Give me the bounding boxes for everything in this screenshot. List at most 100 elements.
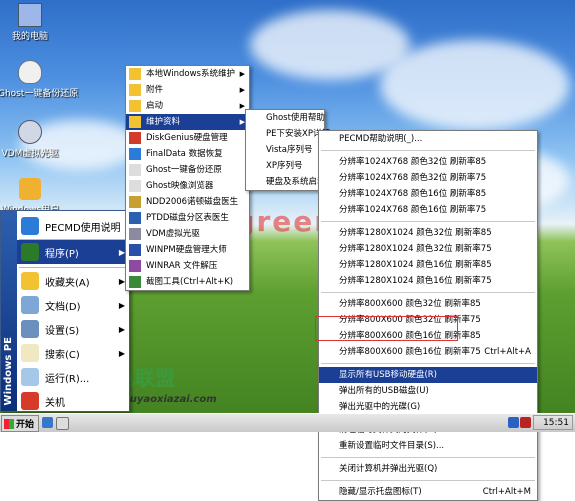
menu-item-icon (129, 276, 141, 288)
start-menu-item[interactable]: 收藏夹(A) ▶ (17, 269, 129, 293)
menu-item[interactable]: Ghost使用帮助 (246, 110, 325, 126)
menu-item-icon (21, 320, 39, 338)
menu-item[interactable]: 显示所有USB移动硬盘(R) (319, 367, 537, 383)
menu-item-label: WINPM硬盘管理大师 (146, 245, 227, 255)
ghost-shortcut-icon[interactable]: Ghost一键备份还原 (0, 60, 78, 99)
menu-item[interactable]: Vista序列号 (246, 142, 324, 158)
menu-item-icon (129, 100, 141, 112)
menu-item-label: 分辨率800X600 颜色16位 刷新率75 (339, 347, 481, 357)
menu-item[interactable]: PECMD帮助说明(_)... (319, 131, 537, 147)
menu-item-label: 分辨率1024X768 颜色32位 刷新率75 (339, 173, 487, 183)
vdm-shortcut-icon[interactable]: VDM虚拟光驱 (0, 120, 62, 159)
start-menu-item[interactable]: 设置(S) ▶ (17, 317, 129, 341)
menu-item[interactable]: 隐藏/显示托盘图标(T) Ctrl+Alt+M (319, 484, 537, 500)
menu-item-icon (129, 164, 141, 176)
menu-item-icon (21, 272, 39, 290)
ghost-icon (18, 60, 42, 84)
submenu-arrow-icon: ▶ (239, 86, 245, 94)
menu-item-label: 维护资料 (146, 117, 181, 127)
menu-item-icon (249, 144, 261, 156)
menu-item-label: 分辨率1024X768 颜色16位 刷新率85 (339, 189, 487, 199)
tray-icon[interactable] (520, 417, 531, 428)
menu-item[interactable]: 本地Windows系统维护 ▶ (126, 66, 249, 82)
taskbar: 开始 15:51 (0, 413, 575, 432)
menu-item[interactable]: DiskGenius硬盘管理 (126, 130, 249, 146)
menu-item-label: NDD2006诺顿磁盘医生 (146, 197, 239, 207)
menu-item-icon (21, 344, 39, 362)
menu-item[interactable]: WINPM硬盘管理大师 (126, 242, 249, 258)
menu-item[interactable]: PTDD磁盘分区表医生 (126, 210, 249, 226)
menu-item[interactable]: XP序列号 (246, 158, 324, 174)
menu-item[interactable]: 硬盘及系统启动 (246, 174, 326, 190)
clock: 15:51 (533, 415, 573, 430)
menu-item-label: PECMD使用说明 (45, 222, 121, 234)
menu-item-icon (129, 244, 141, 256)
start-button[interactable]: 开始 (1, 415, 39, 432)
menu-item-label: 分辨率1280X1024 颜色32位 刷新率85 (339, 228, 492, 238)
start-menu-band: Windows PE (1, 211, 17, 411)
menu-separator (321, 292, 535, 293)
menu-item-label: 分辨率1280X1024 颜色16位 刷新率85 (339, 260, 492, 270)
menu-item[interactable]: 分辨率800X600 颜色16位 刷新率75 Ctrl+Alt+A (319, 344, 537, 360)
menu-item[interactable]: 分辨率1024X768 颜色16位 刷新率75 (319, 202, 537, 218)
menu-item-label: PTDD磁盘分区表医生 (146, 213, 229, 223)
computer-icon (18, 3, 42, 27)
tray-icon[interactable] (508, 417, 519, 428)
menu-item-icon (129, 84, 141, 96)
quicklaunch-icon[interactable] (42, 417, 53, 428)
menu-item-label: 收藏夹(A) (45, 277, 90, 289)
key-icon (19, 178, 41, 200)
menu-item-label: 设置(S) (45, 325, 80, 337)
start-menu-item[interactable]: 程序(P) ▶ (17, 240, 129, 264)
menu-item-label: 分辨率1280X1024 颜色16位 刷新率75 (339, 276, 492, 286)
menu-item[interactable]: 分辨率1280X1024 颜色32位 刷新率75 (319, 241, 537, 257)
menu-item[interactable]: VDM虚拟光驱 (126, 226, 249, 242)
menu-item-label: DiskGenius硬盘管理 (146, 133, 228, 143)
menu-item[interactable]: 分辨率1280X1024 颜色16位 刷新率85 (319, 257, 537, 273)
highlight-box (315, 316, 458, 341)
start-menu-item[interactable]: 关机 (17, 389, 129, 413)
menu-item[interactable]: WINRAR 文件解压 (126, 258, 249, 274)
menu-item-label: 显示所有USB移动硬盘(R) (339, 370, 437, 380)
desktop-icon[interactable] (56, 417, 69, 430)
menu-item[interactable]: NDD2006诺顿磁盘医生 (126, 194, 249, 210)
menu-item[interactable]: 分辨率1280X1024 颜色16位 刷新率75 (319, 273, 537, 289)
menu-item[interactable]: 分辨率800X600 颜色32位 刷新率85 (319, 296, 537, 312)
menu-item[interactable]: 分辨率1024X768 颜色32位 刷新率75 (319, 170, 537, 186)
menu-item-label: Ghost一键备份还原 (146, 165, 222, 175)
submenu-arrow-icon: ▶ (118, 348, 125, 358)
maintenance-submenu: Ghost使用帮助 PE下安装XP详解 Vista序列号 XP序列号 硬盘及系统启动 (245, 109, 330, 191)
menu-item-icon (129, 148, 141, 160)
menu-item[interactable]: 分辨率1024X768 颜色16位 刷新率85 (319, 186, 537, 202)
menu-item[interactable]: 重新设置临时文件目录(S)... (319, 438, 537, 454)
menu-item[interactable]: Ghost映像浏览器 (126, 178, 249, 194)
menu-item-label: 程序(P) (45, 248, 79, 260)
cd-drive-icon (18, 120, 42, 144)
menu-separator (321, 221, 535, 222)
menu-item-icon (249, 128, 261, 140)
menu-item[interactable]: Ghost一键备份还原 (126, 162, 249, 178)
menu-item-icon (129, 212, 141, 224)
menu-item[interactable]: 附件 ▶ (126, 82, 249, 98)
menu-item[interactable]: 弹出所有的USB磁盘(U) (319, 383, 537, 399)
menu-item[interactable]: 截图工具(Ctrl+Alt+K) (126, 274, 249, 290)
start-menu-item[interactable]: 运行(R)... (17, 365, 129, 389)
menu-item[interactable]: 分辨率1024X768 颜色32位 刷新率85 (319, 154, 537, 170)
menu-item-icon (129, 132, 141, 144)
menu-item-label: 搜索(C) (45, 349, 80, 361)
menu-item[interactable]: 分辨率1280X1024 颜色32位 刷新率85 (319, 225, 537, 241)
start-menu-item[interactable]: 搜索(C) ▶ (17, 341, 129, 365)
menu-item[interactable]: 启动 ▶ (126, 98, 249, 114)
menu-item[interactable]: FinalData 数据恢复 (126, 146, 249, 162)
my-computer-icon[interactable]: 我的电脑 (0, 3, 62, 42)
menu-item[interactable]: 维护资料 ▶ (126, 114, 249, 130)
menu-item-label: 附件 (146, 85, 164, 95)
start-menu-item[interactable]: 文档(D) ▶ (17, 293, 129, 317)
menu-item-icon (129, 68, 141, 80)
programs-menu: 本地Windows系统维护 ▶ 附件 ▶ 启动 ▶ 维护资料 ▶ DiskGenius硬盘管理 F… (125, 65, 250, 291)
menu-separator (321, 363, 535, 364)
menu-item[interactable]: 关闭计算机并弹出光驱(Q) (319, 461, 537, 477)
menu-item-label: Ghost映像浏览器 (146, 181, 214, 191)
menu-item[interactable]: PE下安装XP详解 (246, 126, 330, 142)
start-menu-item[interactable]: PECMD使用说明 (17, 214, 129, 238)
